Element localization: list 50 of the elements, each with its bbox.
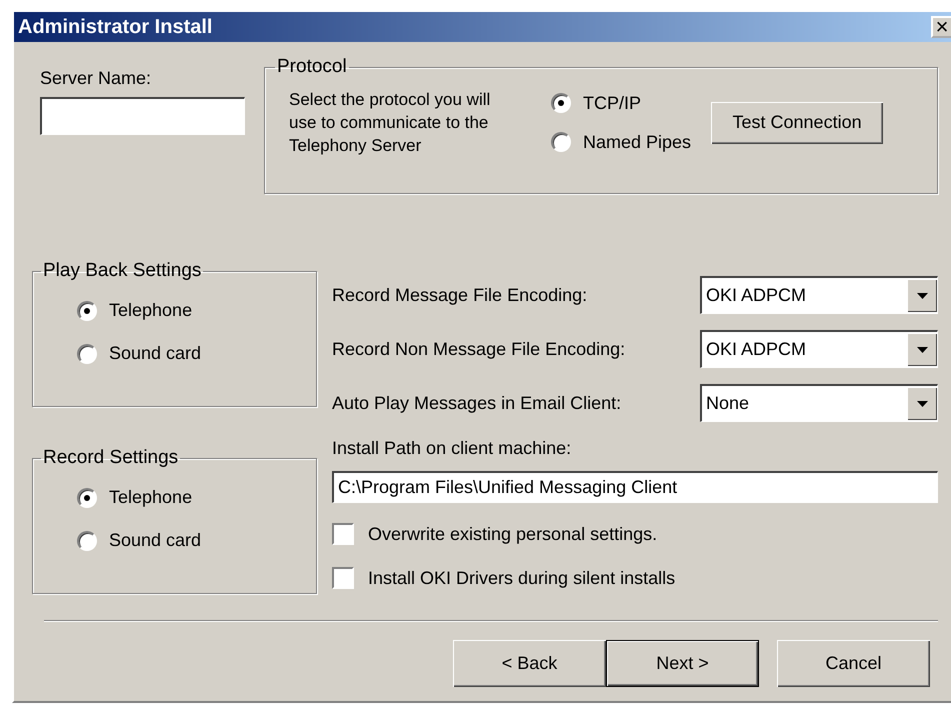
radio-label: Named Pipes	[583, 132, 692, 152]
dialog-button[interactable]: Next >	[606, 640, 759, 687]
checkbox[interactable]	[332, 567, 354, 589]
checkbox[interactable]	[332, 523, 354, 545]
install-path-field[interactable]: C:\Program Files\Unified Messaging Client	[332, 471, 938, 503]
radio-label: Sound card	[109, 530, 202, 551]
checkbox-label: Overwrite existing personal settings.	[368, 524, 658, 544]
dropdown-field[interactable]: None	[700, 384, 938, 422]
group-title: Protocol	[276, 56, 348, 78]
radio-option[interactable]: Telephone	[77, 487, 316, 508]
close-button[interactable]: ×	[931, 16, 951, 38]
dropdown-button[interactable]	[907, 279, 937, 312]
radio-button[interactable]	[77, 300, 97, 320]
radio-button[interactable]	[77, 530, 97, 550]
dropdown-button[interactable]	[907, 333, 937, 366]
field-label: Server Name:	[40, 68, 152, 89]
radio-button[interactable]	[77, 344, 97, 364]
checkbox-option[interactable]: Install OKI Drivers during silent installs	[332, 567, 951, 589]
dropdown-button[interactable]	[907, 387, 937, 420]
radio-label: Telephone	[109, 300, 192, 321]
dropdown-arrow-icon	[916, 400, 928, 406]
radio-button[interactable]	[77, 488, 97, 508]
dropdown-arrow-icon	[916, 292, 928, 298]
field-label: Record Message File Encoding:	[332, 284, 588, 306]
radio-label: Sound card	[109, 343, 202, 364]
dialog-button[interactable]: Cancel	[777, 640, 930, 687]
checkbox-option[interactable]: Overwrite existing personal settings.	[332, 523, 951, 545]
radio-label: Telephone	[109, 487, 192, 508]
group-title: Play Back Settings	[42, 260, 202, 282]
server-name-field[interactable]	[40, 97, 245, 135]
radio-option[interactable]: TCP/IP	[551, 92, 692, 114]
field-label: Auto Play Messages in Email Client:	[332, 392, 622, 414]
checkbox-label: Install OKI Drivers during silent installs	[368, 568, 676, 588]
radio-option[interactable]: Sound card	[77, 343, 316, 364]
field-label: Install Path on client machine:	[332, 438, 572, 459]
dialog-button[interactable]: < Back	[453, 640, 606, 687]
radio-option[interactable]: Telephone	[77, 300, 316, 321]
dropdown-field[interactable]: OKI ADPCM	[700, 276, 938, 314]
radio-label: TCP/IP	[583, 92, 642, 114]
dropdown-field[interactable]: OKI ADPCM	[700, 330, 938, 368]
protocol-description: Select the protocol you will use to communicate to the Telephony Server	[289, 89, 492, 157]
field-label: Record Non Message File Encoding:	[332, 338, 626, 360]
dropdown-arrow-icon	[916, 346, 928, 352]
radio-option[interactable]: Named Pipes	[551, 132, 692, 152]
radio-button[interactable]	[551, 132, 571, 152]
group-title: Record Settings	[42, 447, 180, 469]
radio-option[interactable]: Sound card	[77, 530, 316, 551]
window-title: Administrator Install	[18, 16, 212, 38]
radio-button[interactable]	[551, 93, 571, 113]
test-connection-button[interactable]: Test Connection	[711, 102, 884, 144]
